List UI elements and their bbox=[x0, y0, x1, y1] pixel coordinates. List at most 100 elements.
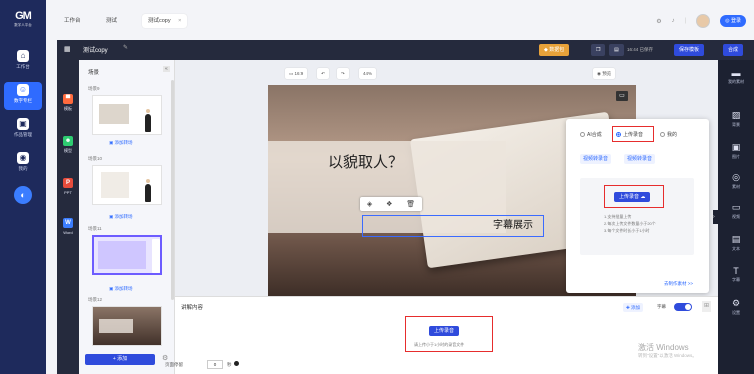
tool-word[interactable]: W Word bbox=[59, 218, 77, 235]
highlight-box bbox=[612, 126, 654, 142]
scene-thumb-11[interactable] bbox=[92, 235, 162, 275]
avatar[interactable] bbox=[696, 14, 711, 28]
scene-label: 场景10 bbox=[88, 156, 103, 161]
background-icon: ▨ bbox=[731, 110, 741, 120]
project-title[interactable]: 测试copy bbox=[83, 45, 108, 54]
edit-icon[interactable]: ✎ bbox=[123, 44, 128, 51]
tab-bar: 工作台 测试 测试copy × ⚙ ♪ | ◎ 登录 bbox=[46, 0, 754, 40]
narration-bar: 讲解内容 ✚ 添加 字幕 ⊞ 上传录音 请上传小于1小时的录音文件 页面停留 0… bbox=[165, 296, 718, 374]
panel-my-assets[interactable]: ▬ 我的素材 bbox=[722, 68, 750, 85]
tab-test[interactable]: 测试 bbox=[106, 14, 117, 28]
save-template-button[interactable]: 保存模板 bbox=[674, 44, 705, 56]
chip-video-to-audio-1[interactable]: 视频转录音 bbox=[580, 154, 612, 164]
scene-thumb-9[interactable] bbox=[92, 95, 162, 135]
tool-template[interactable]: ▀ 模板 bbox=[59, 94, 77, 112]
panel-video[interactable]: ▭ 视频 bbox=[722, 202, 750, 220]
narration-upload-button[interactable]: 上传录音 bbox=[429, 326, 460, 336]
duration-input[interactable]: 0 bbox=[207, 360, 223, 369]
panel-settings[interactable]: ⚙ 设置 bbox=[722, 298, 750, 316]
home-icon: ⌂ bbox=[17, 50, 29, 62]
tool-ppt[interactable]: P PPT bbox=[59, 178, 77, 195]
tool-model[interactable]: ☻ 模型 bbox=[59, 136, 77, 154]
text-icon: ▤ bbox=[731, 234, 741, 244]
add-transition-button[interactable]: ▣ 添加转场 bbox=[109, 286, 133, 292]
subtitle-toolbar: ◈ ❖ 🗑 bbox=[360, 197, 422, 211]
scenes-title: 场景 bbox=[88, 70, 100, 76]
copy-icon[interactable]: ❖ bbox=[386, 200, 392, 208]
app-logo[interactable]: GM 数字人平台 bbox=[8, 10, 38, 36]
upload-audio-button[interactable]: 上传录音 ☁ bbox=[614, 192, 651, 202]
redo-button[interactable]: ↷ bbox=[337, 68, 349, 79]
screen-icon[interactable]: ▭ bbox=[616, 91, 628, 101]
copy-icon[interactable]: ❐ bbox=[591, 44, 606, 56]
ratio-select[interactable]: ▭ 16:9 bbox=[285, 68, 308, 79]
notification-icon[interactable]: ♪ bbox=[672, 18, 675, 24]
right-panel: › ▬ 我的素材 ▨ 背景 ▣ 图片 ◎ 素材 ▭ 视频 ▤ 文本 T 字幕 ⚙ 设置 bbox=[713, 60, 754, 374]
undo-button[interactable]: ↶ bbox=[317, 68, 329, 79]
vip-button[interactable]: ◆ 数据包 bbox=[539, 44, 570, 56]
expand-icon[interactable]: ⊞ bbox=[702, 301, 711, 312]
panel-toggle-icon[interactable]: › bbox=[713, 210, 718, 224]
windows-watermark-sub: 转到"设置"以激活 Windows。 bbox=[638, 353, 697, 358]
panel-text[interactable]: ▤ 文本 bbox=[722, 234, 750, 252]
add-transition-button[interactable]: ▣ 添加转场 bbox=[109, 214, 133, 220]
add-scene-button[interactable]: + 添加 bbox=[85, 354, 155, 365]
grid-icon[interactable]: ▦ bbox=[64, 45, 71, 53]
close-icon[interactable]: × bbox=[178, 18, 181, 24]
subtitle-toggle[interactable] bbox=[674, 303, 692, 311]
model-icon: ☻ bbox=[63, 136, 73, 146]
scene-label: 场景12 bbox=[88, 297, 103, 302]
layer-icon[interactable]: ◈ bbox=[367, 200, 372, 208]
duration-unit: 秒 bbox=[227, 362, 232, 367]
settings-icon[interactable]: ⚙ bbox=[656, 18, 661, 25]
nav-item-mine[interactable]: ◉ 我的 bbox=[4, 150, 42, 178]
panel-background[interactable]: ▨ 背景 bbox=[722, 110, 750, 128]
add-button[interactable]: ✚ 添加 bbox=[623, 303, 644, 312]
panel-element[interactable]: ◎ 素材 bbox=[722, 172, 750, 190]
compose-button[interactable]: 合成 bbox=[723, 44, 744, 56]
scrollbar[interactable] bbox=[171, 80, 174, 300]
subtitle-label: 字幕 bbox=[657, 304, 666, 309]
preview-button[interactable]: ◉ 预览 bbox=[593, 68, 616, 79]
narration-title: 讲解内容 bbox=[181, 305, 204, 311]
tab-test-copy[interactable]: 测试copy × bbox=[142, 14, 188, 28]
tool-column: ▀ 模板 ☻ 模型 P PPT W Word bbox=[57, 60, 79, 374]
login-button[interactable]: ◎ 登录 bbox=[720, 15, 746, 27]
radio-mine[interactable]: 我的 bbox=[660, 131, 677, 138]
collapse-icon[interactable]: « bbox=[163, 66, 170, 72]
tab-workbench[interactable]: 工作台 bbox=[64, 14, 81, 28]
delete-icon[interactable]: 🗑 bbox=[406, 200, 415, 208]
windows-watermark: 激活 Windows bbox=[638, 343, 689, 352]
globe-icon[interactable]: ◐ bbox=[14, 186, 32, 204]
subtitle-box[interactable]: 字幕展示 bbox=[362, 215, 544, 237]
image-icon: ▣ bbox=[731, 142, 741, 152]
top-right-actions: ⚙ ♪ | ◎ 登录 bbox=[656, 13, 746, 29]
scene-label: 场景9 bbox=[88, 86, 100, 91]
settings-icon[interactable]: ⚙ bbox=[162, 354, 168, 362]
add-transition-button[interactable]: ▣ 添加转场 bbox=[109, 140, 133, 146]
save-icon[interactable]: ▤ bbox=[609, 44, 624, 56]
radio-ai[interactable]: AI合成 bbox=[580, 131, 602, 138]
element-icon: ◎ bbox=[732, 172, 740, 182]
nav-item-works[interactable]: ▣ 作品管理 bbox=[4, 116, 42, 144]
nav-item-workbench[interactable]: ⌂ 工作台 bbox=[4, 48, 42, 76]
folder-icon: ▬ bbox=[731, 68, 741, 78]
scene-thumb-10[interactable] bbox=[92, 165, 162, 205]
scenes-panel: 场景 « 场景9 ▣ 添加转场 场景10 ▣ 添加转场 场景11 ▣ 添加转场 … bbox=[79, 60, 175, 374]
ppt-icon: P bbox=[63, 178, 73, 188]
audio-popover: AI合成 上传录音 我的 视频转录音 视频转录音 上传录音 ☁ 1.支持批量上传… bbox=[566, 119, 709, 293]
scene-label: 场景11 bbox=[88, 226, 102, 231]
panel-subtitle[interactable]: T 字幕 bbox=[722, 266, 750, 283]
scene-thumb-12[interactable] bbox=[92, 306, 162, 346]
upload-area[interactable]: 上传录音 ☁ 1.支持批量上传 2.每次上传文件数量小于20个 3.每个文件时长… bbox=[580, 178, 694, 255]
nav-item-digital[interactable]: ☺ 数字专栏 bbox=[4, 82, 42, 110]
panel-image[interactable]: ▣ 图片 bbox=[722, 142, 750, 160]
chip-video-to-audio-2[interactable]: 视频转录音 bbox=[624, 154, 656, 164]
template-icon: ▀ bbox=[63, 94, 73, 104]
quote-text[interactable]: 以貌取人？ bbox=[328, 151, 403, 172]
more-link[interactable]: 去制作素材 >> bbox=[664, 281, 693, 287]
subtitle-icon: T bbox=[733, 266, 739, 276]
zoom-select[interactable]: 44% bbox=[359, 68, 377, 79]
duration-slider-handle[interactable] bbox=[234, 361, 239, 366]
digital-human-icon: ☺ bbox=[17, 84, 29, 96]
